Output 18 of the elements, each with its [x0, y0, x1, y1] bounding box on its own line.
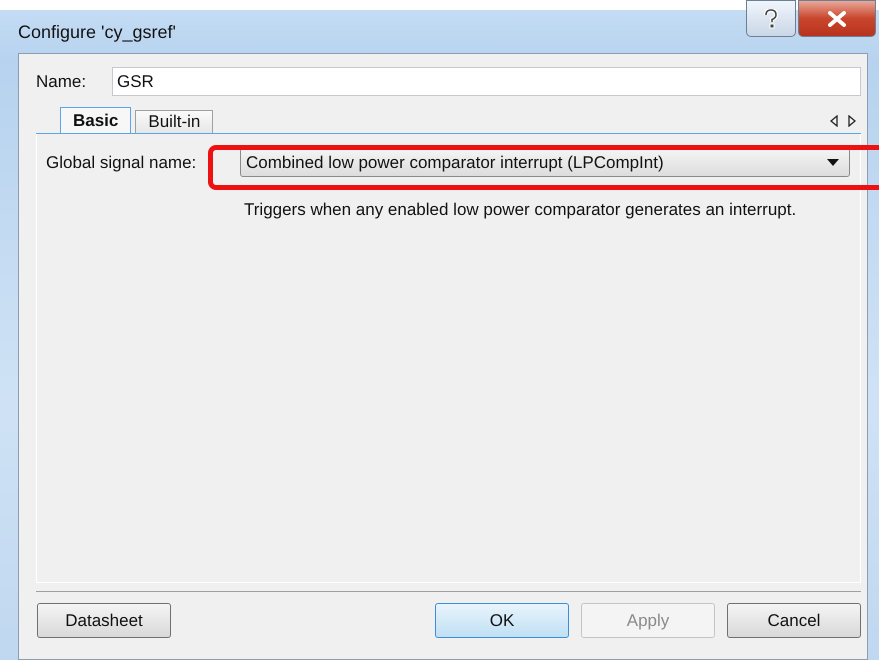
dialog-button[interactable]: Cancel: [727, 603, 861, 638]
name-label: Name:: [36, 72, 88, 92]
name-field[interactable]: GSR: [112, 67, 861, 96]
signal-label: Global signal name:: [46, 152, 198, 172]
window-title: Configure 'cy_gsref': [18, 22, 176, 42]
scroll-right-icon[interactable]: [847, 115, 857, 127]
dialog-button[interactable]: OK: [435, 603, 569, 638]
tab[interactable]: Built-in: [135, 110, 214, 133]
help-button[interactable]: [746, 0, 796, 37]
scroll-left-icon[interactable]: [829, 115, 839, 127]
close-icon: [827, 10, 847, 26]
dialog-button[interactable]: Datasheet: [37, 603, 171, 638]
tab[interactable]: Basic: [60, 107, 132, 133]
signal-dropdown[interactable]: Combined low power comparator interrupt (LPCompInt): [240, 148, 850, 177]
dropdown-caret-icon: [827, 158, 839, 166]
help-icon: [763, 8, 779, 28]
signal-description: Triggers when any enabled low power comparator generates an interrupt.: [244, 199, 798, 221]
close-button[interactable]: [798, 0, 876, 37]
